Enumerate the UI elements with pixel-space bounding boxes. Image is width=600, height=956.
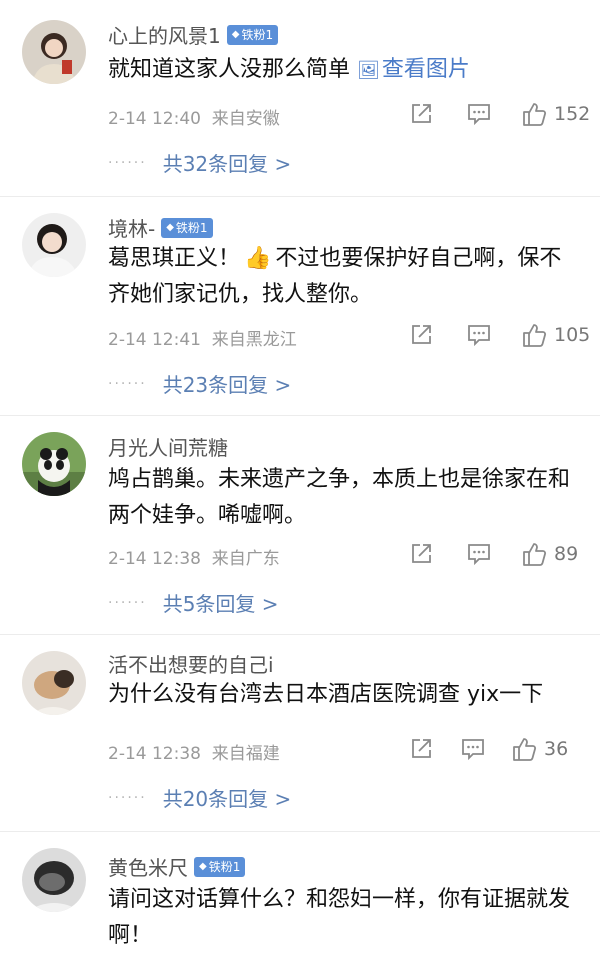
like-button[interactable]: 36 (510, 735, 568, 763)
comment-time: 2-14 12:41 (108, 330, 201, 350)
comment-text-part-1: 葛思琪正义！ (108, 246, 241, 271)
share-icon (412, 544, 431, 563)
comment-location: 来自黑龙江 (211, 330, 297, 350)
dots-icon: ······ (108, 154, 147, 171)
share-icon (412, 104, 431, 123)
avatar[interactable] (22, 651, 86, 715)
fan-badge: ◆ 铁粉1 (161, 217, 213, 238)
comment-text: 鸠占鹊巢。未来遗产之争，本质上也是徐家在和两个娃争。唏嘘啊。 (108, 467, 571, 528)
comment-text: 葛思琪正义！ 👍 不过也要保护好自己啊，保不齐她们家记仇，找人整你。 (108, 241, 582, 313)
comment-item: 黄色米尺 ◆ 铁粉1 请问这对话算什么？和怨妇一样，你有证据就发啊！ (0, 832, 600, 956)
replies-label: 共23条回复 > (162, 373, 292, 397)
username-row: 活不出想要的自己i (108, 649, 274, 678)
comment-icon (468, 544, 490, 566)
comment-actions: 152 (408, 100, 590, 128)
replies-link[interactable]: ······ 共32条回复 > (108, 148, 291, 177)
comment-item: 月光人间荒糖 鸠占鹊巢。未来遗产之争，本质上也是徐家在和两个娃争。唏嘘啊。 2-… (0, 416, 600, 635)
username[interactable]: 活不出想要的自己i (108, 649, 274, 678)
comment-actions: 36 (408, 735, 568, 763)
like-count: 105 (554, 324, 591, 346)
replies-label: 共20条回复 > (162, 787, 292, 811)
diamond-icon: ◆ (199, 861, 207, 872)
badge-label: 铁粉1 (241, 28, 274, 42)
dots-icon: ······ (108, 789, 147, 806)
username-row: 境林- ◆ 铁粉1 (108, 213, 213, 242)
fan-badge: ◆ 铁粉1 (226, 24, 279, 45)
comment-meta: 2-14 12:38 来自福建 (108, 739, 280, 764)
comment-actions: 89 (408, 540, 578, 568)
comment-location: 来自广东 (211, 549, 280, 569)
comment-time: 2-14 12:40 (108, 109, 201, 129)
comment-location: 来自福建 (211, 744, 280, 764)
replies-label: 共32条回复 > (162, 152, 292, 176)
comment-icon (468, 104, 490, 126)
comment-actions: 105 (408, 321, 590, 349)
avatar[interactable] (22, 432, 86, 496)
thumbs-up-icon (523, 543, 547, 566)
username[interactable]: 境林- (108, 213, 155, 242)
comment-button[interactable] (466, 541, 492, 567)
comment-button[interactable] (460, 736, 486, 762)
comment-text: 请问这对话算什么？和怨妇一样，你有证据就发啊！ (108, 887, 571, 948)
thumbs-up-icon (523, 103, 547, 126)
comment-item: 活不出想要的自己i 为什么没有台湾去日本酒店医院调查 yix一下 2-14 12… (0, 635, 600, 832)
username-row: 心上的风景1 ◆ 铁粉1 (108, 20, 279, 49)
comment-icon (462, 739, 484, 761)
thumbs-up-icon (513, 738, 537, 761)
like-button[interactable]: 152 (520, 100, 590, 128)
comment-item: 心上的风景1 ◆ 铁粉1 就知道这家人没那么简单 🖼查看图片 2-14 12:40… (0, 0, 600, 197)
avatar[interactable] (22, 848, 86, 912)
comment-text: 为什么没有台湾去日本酒店医院调查 yix一下 (108, 682, 544, 707)
like-count: 36 (544, 738, 569, 760)
comment-button[interactable] (466, 322, 492, 348)
username-row: 月光人间荒糖 (108, 432, 228, 461)
replies-link[interactable]: ······ 共23条回复 > (108, 369, 291, 398)
share-icon (412, 739, 431, 758)
like-count: 152 (554, 103, 591, 125)
username-row: 黄色米尺 ◆ 铁粉1 (108, 852, 246, 881)
comment-item: 境林- ◆ 铁粉1 葛思琪正义！ 👍 不过也要保护好自己啊，保不齐她们家记仇，找人整你… (0, 197, 600, 416)
thumbs-up-emoji: 👍 (244, 246, 272, 271)
comment-text: 就知道这家人没那么简单 🖼查看图片 (108, 52, 582, 89)
comment-time: 2-14 12:38 (108, 744, 201, 764)
like-button[interactable]: 89 (520, 540, 578, 568)
diamond-icon: ◆ (166, 222, 174, 233)
comment-icon (468, 325, 490, 347)
comment-location: 来自安徽 (211, 109, 280, 129)
share-button[interactable] (408, 736, 434, 762)
username[interactable]: 心上的风景1 (108, 20, 221, 49)
comment-text-body: 就知道这家人没那么简单 (108, 57, 351, 82)
view-image-link[interactable]: 🖼查看图片 (357, 57, 470, 82)
view-image-label: 查看图片 (381, 57, 470, 82)
replies-link[interactable]: ······ 共5条回复 > (108, 588, 279, 617)
image-icon: 🖼 (357, 60, 380, 81)
fan-badge: ◆ 铁粉1 (194, 856, 246, 877)
diamond-icon: ◆ (231, 29, 240, 40)
comment-button[interactable] (466, 101, 492, 127)
like-button[interactable]: 105 (520, 321, 590, 349)
thumbs-up-icon (523, 324, 547, 347)
share-button[interactable] (408, 322, 434, 348)
share-button[interactable] (408, 541, 434, 567)
like-count: 89 (554, 543, 579, 565)
avatar[interactable] (22, 213, 86, 277)
share-button[interactable] (408, 101, 434, 127)
share-icon (412, 325, 431, 344)
replies-link[interactable]: ······ 共20条回复 > (108, 783, 291, 812)
comment-meta: 2-14 12:38 来自广东 (108, 544, 280, 569)
dots-icon: ······ (108, 375, 147, 392)
replies-label: 共5条回复 > (162, 592, 279, 616)
username[interactable]: 月光人间荒糖 (108, 432, 228, 461)
comment-meta: 2-14 12:40 来自安徽 (108, 104, 280, 129)
username[interactable]: 黄色米尺 (108, 852, 188, 881)
comment-meta: 2-14 12:41 来自黑龙江 (108, 325, 297, 350)
comment-time: 2-14 12:38 (108, 549, 201, 569)
badge-label: 铁粉1 (175, 221, 208, 235)
dots-icon: ······ (108, 594, 147, 611)
avatar[interactable] (22, 20, 86, 84)
badge-label: 铁粉1 (208, 860, 241, 874)
